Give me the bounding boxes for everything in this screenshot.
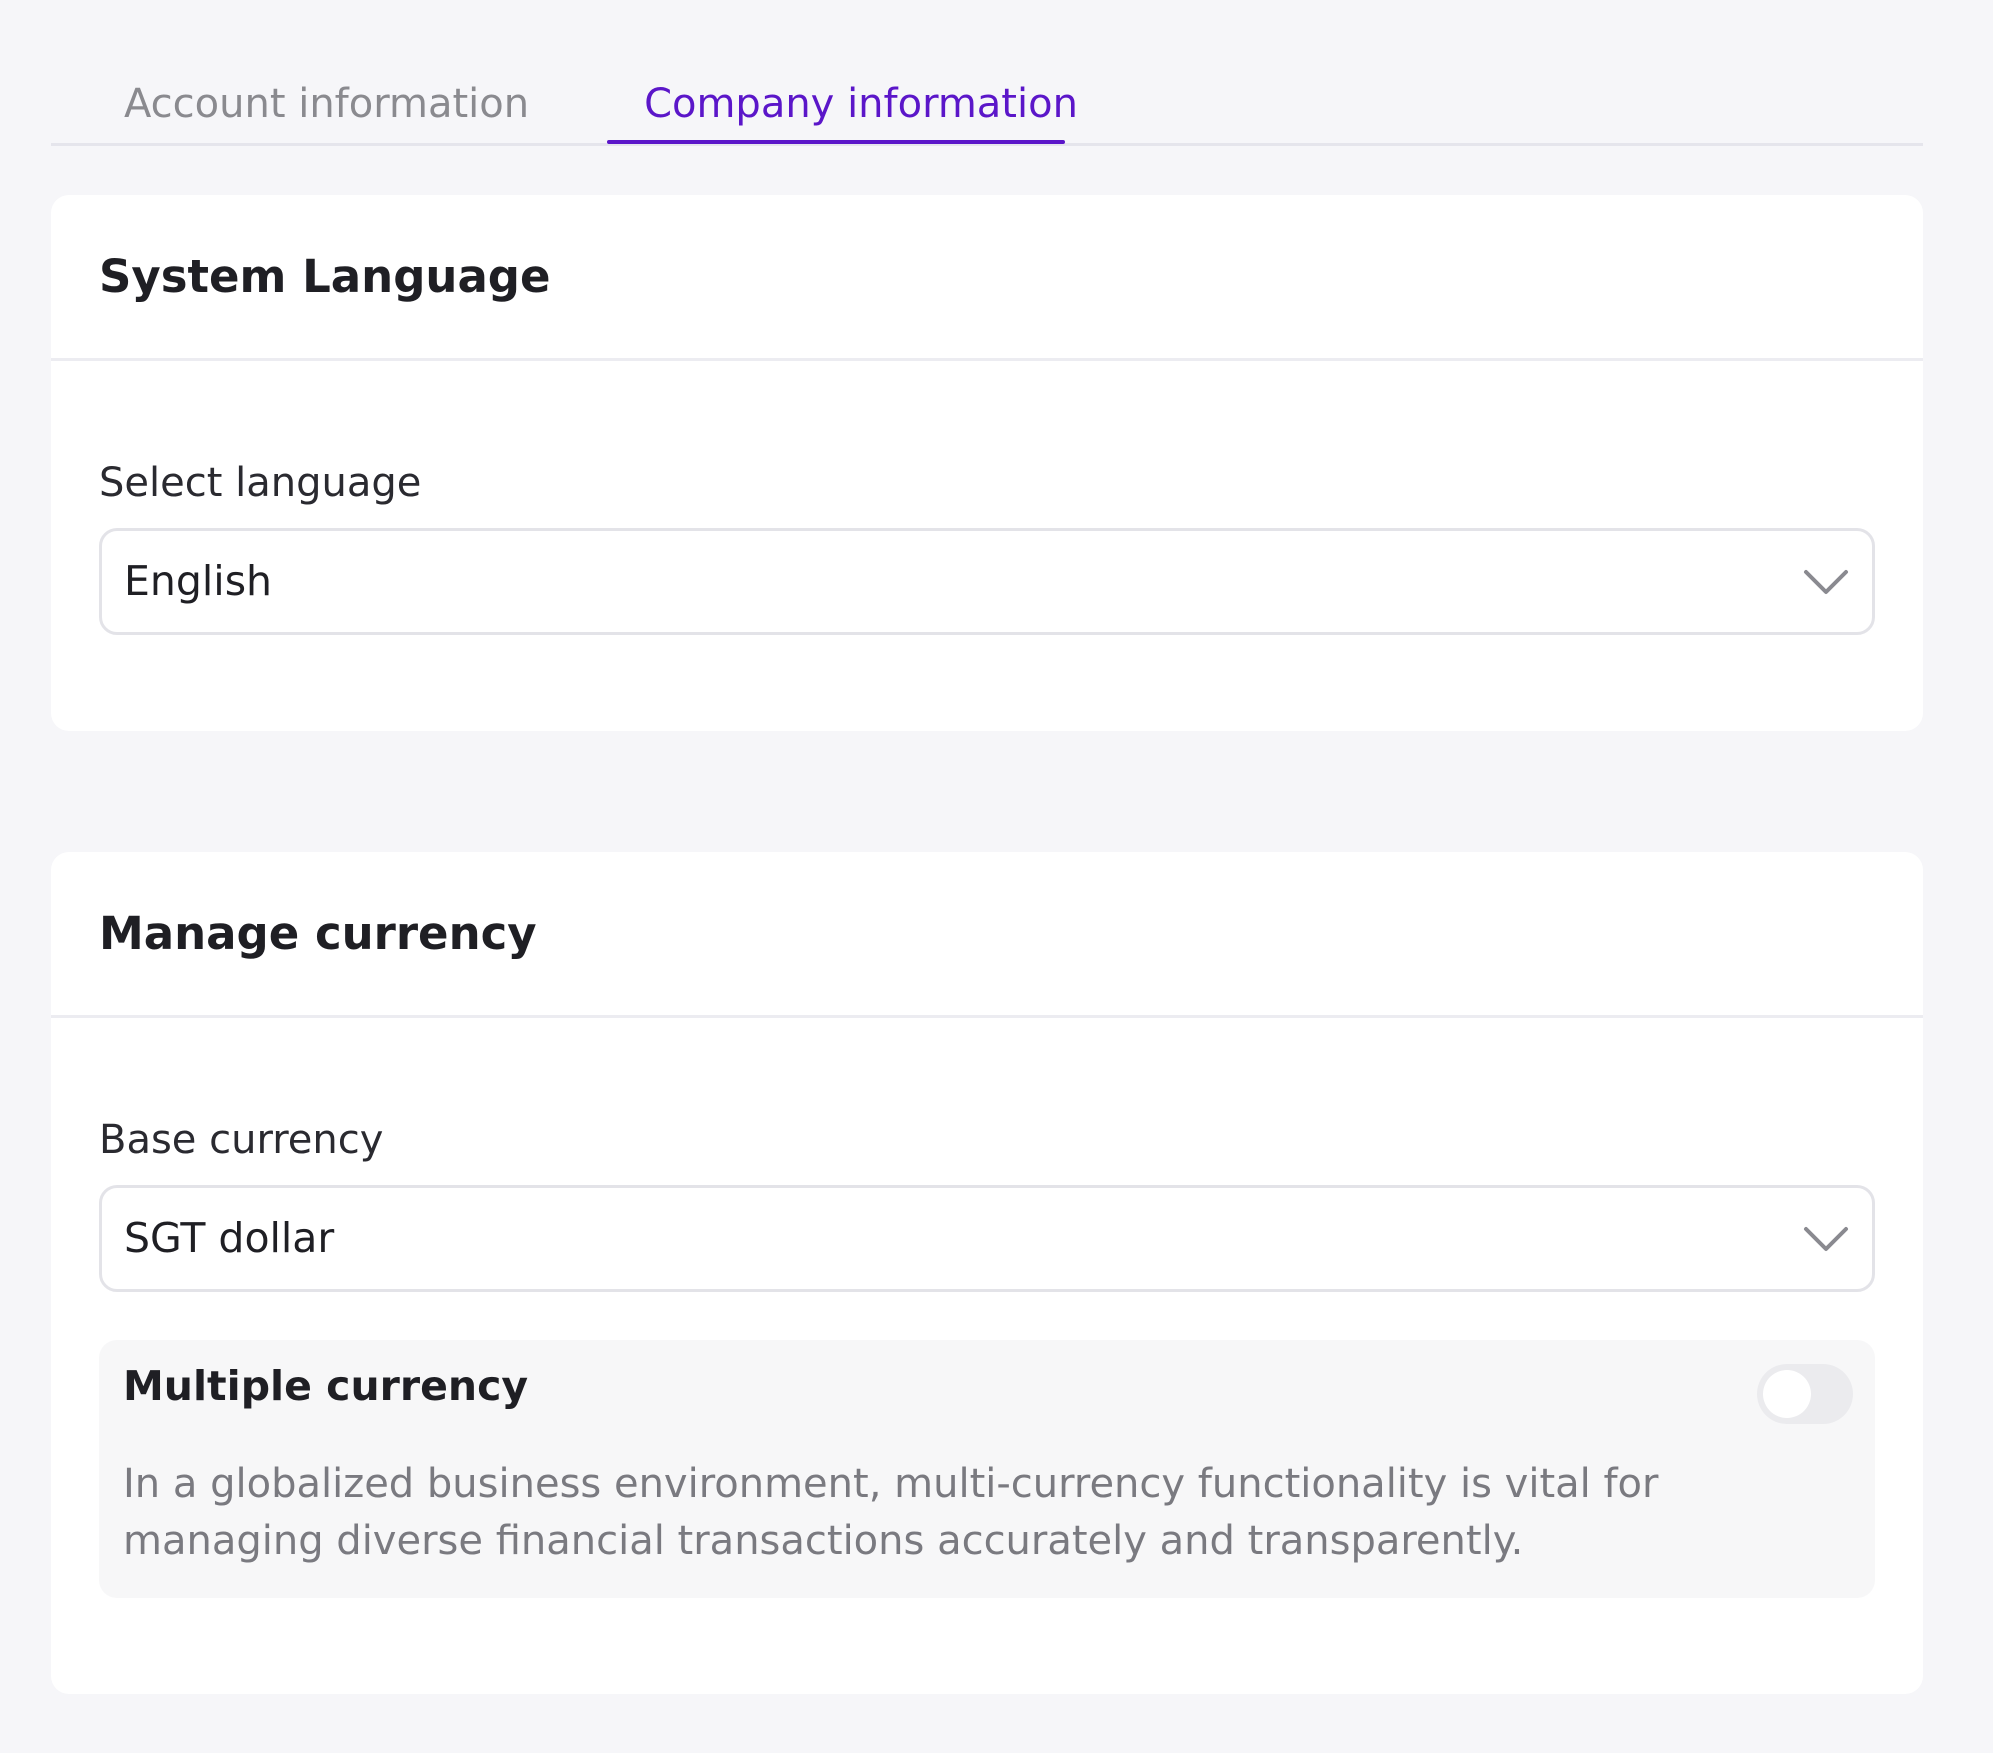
tab-account-information[interactable]: Account information bbox=[124, 76, 529, 132]
multiple-currency-description: In a globalized business environment, mu… bbox=[123, 1461, 1659, 1564]
multiple-currency-toggle[interactable] bbox=[1757, 1364, 1853, 1424]
system-language-card: System Language Select language English bbox=[51, 195, 1923, 731]
chevron-down-icon bbox=[1804, 570, 1848, 594]
language-select[interactable]: English bbox=[99, 528, 1875, 635]
select-language-label: Select language bbox=[99, 460, 422, 506]
multiple-currency-panel: Multiple currency In a globalized busine… bbox=[99, 1340, 1875, 1598]
chevron-down-icon bbox=[1804, 1227, 1848, 1251]
system-language-header: System Language bbox=[51, 195, 1923, 361]
active-tab-indicator bbox=[607, 140, 1065, 144]
language-select-value: English bbox=[124, 557, 273, 605]
manage-currency-title: Manage currency bbox=[99, 907, 537, 960]
system-language-title: System Language bbox=[99, 250, 551, 303]
multiple-currency-title: Multiple currency bbox=[123, 1362, 529, 1410]
base-currency-select-value: SGT dollar bbox=[124, 1214, 335, 1262]
manage-currency-header: Manage currency bbox=[51, 852, 1923, 1018]
tab-company-information[interactable]: Company information bbox=[631, 76, 1091, 132]
toggle-knob bbox=[1763, 1370, 1811, 1418]
tab-bar: Account information Company information bbox=[51, 0, 1923, 146]
manage-currency-card: Manage currency Base currency SGT dollar… bbox=[51, 852, 1923, 1694]
base-currency-select[interactable]: SGT dollar bbox=[99, 1185, 1875, 1292]
base-currency-label: Base currency bbox=[99, 1117, 384, 1163]
